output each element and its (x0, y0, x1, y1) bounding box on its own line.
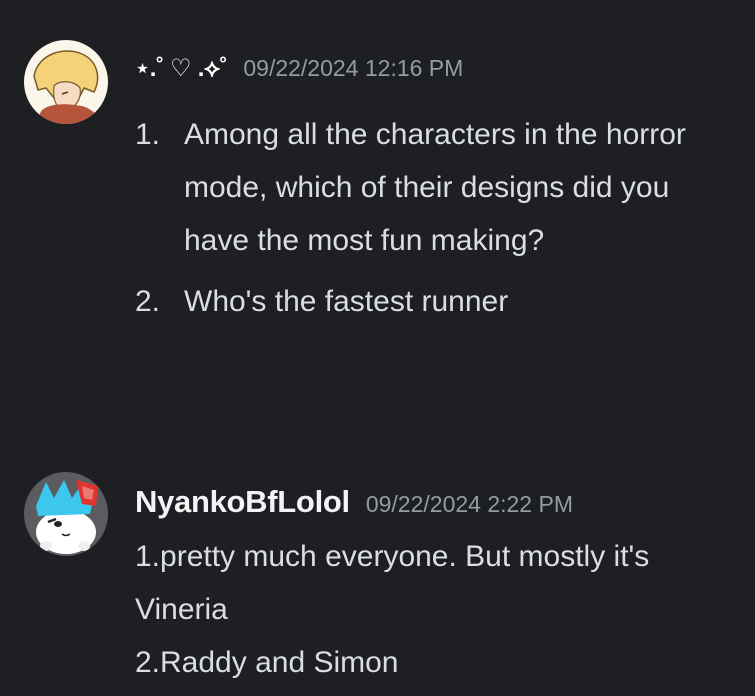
timestamp: 09/22/2024 2:22 PM (365, 491, 573, 517)
cartoon-blonde-character-avatar-icon (24, 40, 108, 124)
list-item: 1. Among all the characters in the horro… (135, 108, 735, 267)
message-line: 2.Raddy and Simon (135, 646, 399, 679)
username[interactable]: NyankoBfLolol (135, 484, 350, 520)
message-content: 1. Among all the characters in the horro… (135, 108, 735, 336)
message-line: 1.pretty much everyone. But mostly it's … (135, 540, 650, 626)
username[interactable]: ⋆.˚ ♡ .⟡˚ (135, 54, 228, 83)
message-content: 1.pretty much everyone. But mostly it's … (135, 530, 735, 689)
timestamp: 09/22/2024 12:16 PM (243, 55, 464, 81)
list-item-text: Who's the fastest runner (184, 285, 509, 318)
user-avatar[interactable] (24, 40, 108, 124)
list-item-number: 2. (135, 285, 161, 318)
list-item: 2. Who's the fastest runner (135, 275, 735, 328)
list-item-text: Among all the characters in the horror m… (184, 118, 686, 257)
message-header: ⋆.˚ ♡ .⟡˚ 09/22/2024 12:16 PM (135, 54, 463, 83)
ordered-list: 1. Among all the characters in the horro… (135, 108, 735, 328)
white-cat-blue-hair-avatar-icon (24, 472, 108, 556)
message-header: NyankoBfLolol 09/22/2024 2:22 PM (135, 484, 573, 520)
user-avatar[interactable] (24, 472, 108, 556)
list-item-number: 1. (135, 118, 161, 151)
